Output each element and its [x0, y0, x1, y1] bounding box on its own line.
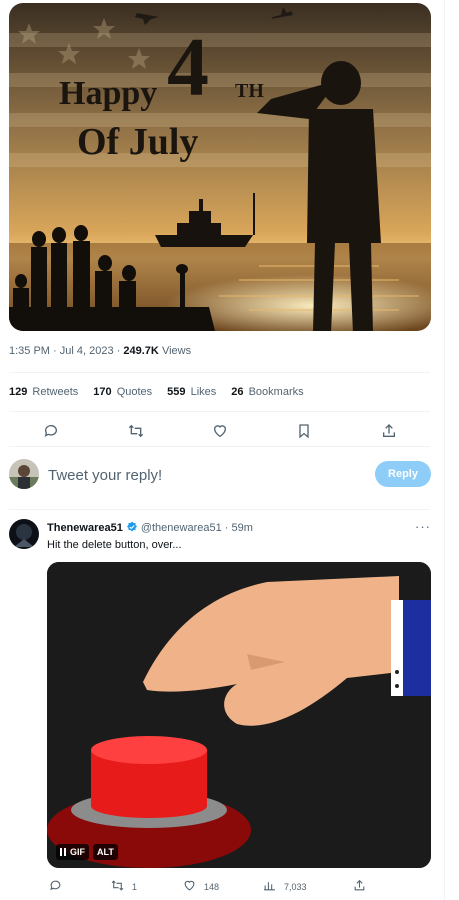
- reply-time[interactable]: 59m: [232, 522, 253, 534]
- retweet-count: 1: [132, 881, 138, 892]
- divider: [9, 509, 430, 510]
- like-icon[interactable]: [211, 422, 229, 440]
- handle-separator: ·: [224, 522, 229, 534]
- author-name[interactable]: Thenewarea51: [47, 522, 123, 534]
- reply-tweet-header: Thenewarea51 @thenewarea51 · 59m: [47, 521, 253, 536]
- retweets-label: Retweets: [32, 386, 79, 398]
- divider: [9, 446, 430, 447]
- pause-icon: [60, 848, 67, 856]
- reply-tweet-views[interactable]: 7,033: [263, 879, 307, 894]
- reply-tweet-text: Hit the delete button, over...: [47, 539, 182, 551]
- retweets-count: 129: [9, 386, 28, 398]
- reply-icon[interactable]: [42, 422, 60, 440]
- bookmarks-count: 26: [231, 386, 244, 398]
- reply-tweet-reply[interactable]: [49, 879, 62, 894]
- bookmark-icon[interactable]: [295, 422, 313, 440]
- retweet-icon[interactable]: [127, 422, 145, 440]
- alt-badge[interactable]: ALT: [93, 844, 118, 860]
- likes-stat[interactable]: 559 Likes: [167, 386, 216, 398]
- like-count: 148: [204, 881, 220, 892]
- reply-author-avatar[interactable]: [9, 519, 39, 549]
- quotes-count: 170: [93, 386, 112, 398]
- verified-icon: [126, 521, 138, 536]
- reply-tweet-like[interactable]: 148: [183, 879, 219, 894]
- retweet-icon: [111, 879, 124, 894]
- views-icon: [263, 879, 276, 894]
- divider: [9, 411, 430, 412]
- quotes-label: Quotes: [116, 386, 153, 398]
- retweets-stat[interactable]: 129 Retweets: [9, 386, 78, 398]
- tweet-time[interactable]: 1:35 PM: [9, 345, 50, 357]
- gif-badges: GIF ALT: [56, 844, 118, 860]
- reply-input[interactable]: Tweet your reply!: [48, 467, 162, 484]
- share-icon[interactable]: [380, 422, 398, 440]
- tweet-image[interactable]: Happy 4 TH Of July: [9, 3, 431, 331]
- views-count: 7,033: [284, 881, 307, 892]
- views-label: Views: [161, 345, 192, 357]
- gif-play-toggle[interactable]: GIF: [56, 844, 89, 860]
- tweet-stats: 129 Retweets 170 Quotes 559 Likes 26 Boo…: [9, 386, 304, 398]
- tweet-meta: 1:35 PM · Jul 4, 2023 · 249.7K Views: [9, 345, 191, 357]
- image-title-number: 4: [167, 21, 209, 114]
- likes-count: 559: [167, 386, 186, 398]
- reply-composer: Tweet your reply! Reply: [9, 459, 431, 495]
- bookmarks-label: Bookmarks: [248, 386, 304, 398]
- like-icon: [183, 879, 196, 894]
- divider: [9, 372, 430, 373]
- likes-label: Likes: [190, 386, 217, 398]
- delete-button-gif-frame: [47, 562, 431, 868]
- fourth-of-july-artwork: Happy 4 TH Of July: [9, 3, 431, 331]
- reply-tweet-share[interactable]: [353, 879, 366, 894]
- meta-separator: ·: [53, 345, 57, 357]
- image-title-of-july: Of July: [77, 121, 198, 163]
- tweet-date[interactable]: Jul 4, 2023: [60, 345, 114, 357]
- bookmarks-stat[interactable]: 26 Bookmarks: [231, 386, 303, 398]
- author-handle[interactable]: @thenewarea51: [141, 522, 222, 534]
- image-title-happy: Happy: [59, 75, 157, 112]
- image-title-suffix: TH: [235, 80, 264, 102]
- tweet-detail-panel: Happy 4 TH Of July 1:35 PM · Jul 4, 2023…: [0, 0, 445, 900]
- user-avatar[interactable]: [9, 459, 39, 489]
- views-count: 249.7K: [123, 345, 159, 357]
- reply-tweet-actions: 1 148 7,033: [47, 879, 431, 895]
- quotes-stat[interactable]: 170 Quotes: [93, 386, 152, 398]
- share-icon: [353, 879, 366, 894]
- reply-gif[interactable]: GIF ALT: [47, 562, 431, 868]
- more-icon[interactable]: ···: [415, 519, 431, 534]
- tweet-actions: [9, 422, 431, 440]
- gif-badge: GIF: [70, 847, 85, 857]
- meta-separator: ·: [116, 345, 121, 357]
- reply-button[interactable]: Reply: [375, 461, 431, 487]
- reply-icon: [49, 879, 62, 894]
- reply-tweet-retweet[interactable]: 1: [111, 879, 137, 894]
